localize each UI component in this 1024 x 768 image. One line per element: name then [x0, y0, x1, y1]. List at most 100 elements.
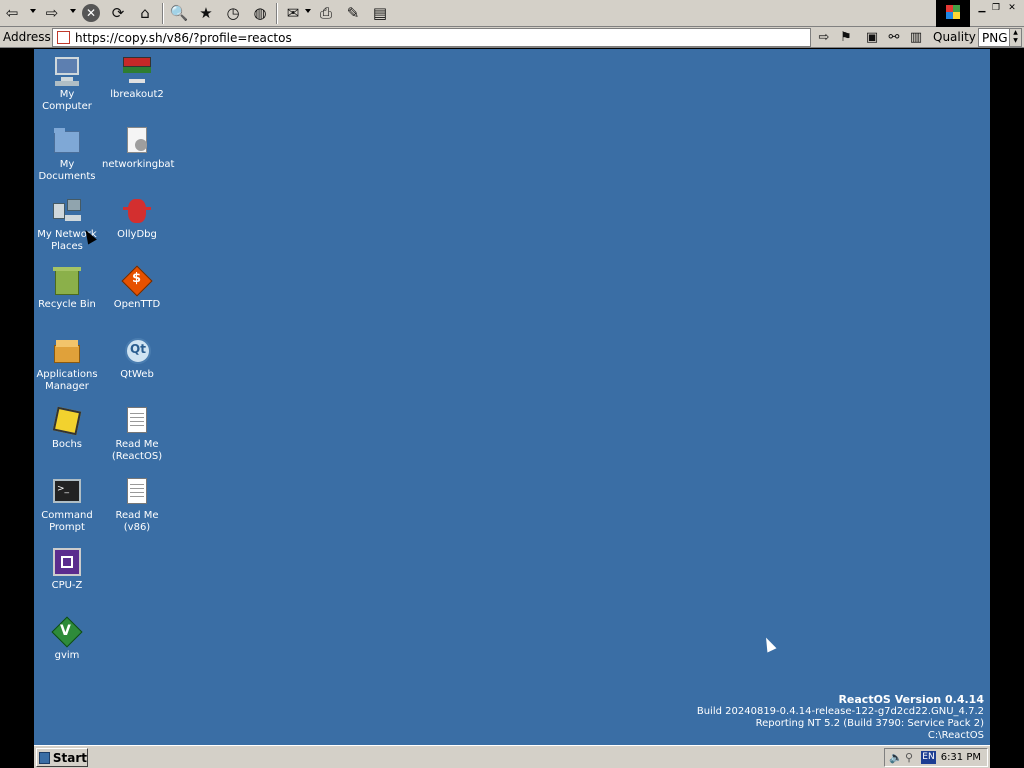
- save-icon[interactable]: ▣: [863, 29, 881, 46]
- icon-label: QtWeb: [120, 369, 154, 380]
- icon-label: Applications Manager: [36, 369, 98, 392]
- close-icon[interactable]: ✕: [1005, 2, 1019, 14]
- mail-icon[interactable]: ✉: [283, 3, 303, 23]
- text-document-icon: [121, 476, 153, 508]
- print-icon[interactable]: ⎙: [316, 3, 336, 23]
- documents-folder-icon: [51, 125, 83, 157]
- favorites-icon[interactable]: ★: [196, 3, 216, 23]
- terminal-icon: >_: [51, 476, 83, 508]
- icon-label: CPU-Z: [51, 580, 83, 591]
- back-icon[interactable]: ⇦: [2, 3, 22, 23]
- stop-icon[interactable]: ✕: [82, 4, 100, 22]
- desktop-icon-qtweb[interactable]: Qt QtWeb: [102, 335, 172, 381]
- desktop[interactable]: My Computer My Documents My Network Plac…: [34, 49, 990, 745]
- volume-icon[interactable]: 🔈: [889, 751, 903, 764]
- start-button[interactable]: Start: [36, 748, 88, 767]
- toolbar-separator: [276, 3, 278, 24]
- url-text[interactable]: https://copy.sh/v86/?profile=reactos: [75, 31, 292, 45]
- clock[interactable]: 6:31 PM: [941, 752, 981, 763]
- taskbar: Start 🔈 ⚲ EN 6:31 PM: [34, 745, 990, 768]
- format-select[interactable]: PNG ▲ ▼: [978, 28, 1022, 47]
- format-spinner[interactable]: ▲ ▼: [1009, 29, 1021, 46]
- version-path: C:\ReactOS: [927, 730, 984, 741]
- openttd-icon: $: [121, 265, 153, 297]
- search-icon[interactable]: 🔍: [169, 3, 189, 23]
- icon-label: My Computer: [42, 89, 92, 112]
- network-icon: [51, 195, 83, 227]
- icon-label: lbreakout2: [110, 89, 164, 100]
- windows-flag-icon: [946, 5, 960, 19]
- icon-label: My Documents: [38, 159, 96, 182]
- desktop-icon-applications-manager[interactable]: Applications Manager: [32, 335, 102, 393]
- desktop-icon-cpu-z[interactable]: CPU-Z: [32, 546, 102, 592]
- back-dropdown-icon[interactable]: [30, 9, 36, 13]
- network-tray-icon[interactable]: ⚲: [905, 751, 913, 764]
- address-bar: Address https://copy.sh/v86/?profile=rea…: [0, 27, 1024, 48]
- bookmark-icon[interactable]: ⚑: [837, 29, 855, 46]
- go-icon[interactable]: ⇨: [815, 29, 833, 46]
- url-input[interactable]: https://copy.sh/v86/?profile=reactos: [52, 28, 811, 47]
- desktop-icon-gvim[interactable]: V gvim: [32, 616, 102, 662]
- system-tray: 🔈 ⚲ EN 6:31 PM: [884, 748, 988, 767]
- start-label: Start: [52, 750, 87, 765]
- desktop-icon-command-prompt[interactable]: >_ Command Prompt: [32, 476, 102, 534]
- cpu-chip-icon: [51, 546, 83, 578]
- text-document-icon: [121, 405, 153, 437]
- format-value: PNG: [982, 31, 1008, 45]
- icon-label: Read Me (v86): [115, 510, 159, 533]
- desktop-icon-readme-v86[interactable]: Read Me (v86): [102, 476, 172, 534]
- icon-label: networkingbat: [102, 159, 175, 170]
- recycle-bin-icon: [51, 265, 83, 297]
- desktop-icon-my-network-places[interactable]: My Network Places: [32, 195, 102, 253]
- desktop-icon-networkingbat[interactable]: networkingbat: [102, 125, 175, 171]
- vim-icon: V: [51, 616, 83, 648]
- browser-toolbar: ⇦ ⇨ ✕ ⟳ ⌂ 🔍 ★ ◷ ◍ ✉ ⎙ ✎ ▤ ▁ ❐ ✕: [0, 0, 1024, 27]
- desktop-icon-readme-reactos[interactable]: Read Me (ReactOS): [102, 405, 172, 463]
- icon-label: OpenTTD: [113, 299, 161, 310]
- icon-label: OllyDbg: [117, 229, 157, 240]
- qt-globe-icon: Qt: [121, 335, 153, 367]
- icon-label: Read Me (ReactOS): [111, 439, 163, 462]
- home-icon[interactable]: ⌂: [135, 3, 155, 23]
- package-box-icon: [51, 335, 83, 367]
- forward-dropdown-icon[interactable]: [70, 9, 76, 13]
- version-title: ReactOS Version 0.4.14: [838, 693, 984, 706]
- desktop-icon-bochs[interactable]: Bochs: [32, 405, 102, 451]
- desktop-icon-openttd[interactable]: $ OpenTTD: [102, 265, 172, 311]
- desktop-icon-my-documents[interactable]: My Documents: [32, 125, 102, 183]
- desktop-icon-ollydbg[interactable]: OllyDbg: [102, 195, 172, 241]
- globe-icon[interactable]: ◍: [250, 3, 270, 23]
- lbreakout-icon: [121, 55, 153, 87]
- computer-icon: [51, 55, 83, 87]
- page-favicon-icon: [57, 31, 70, 44]
- icon-label: Recycle Bin: [38, 299, 96, 310]
- icon-label: Bochs: [51, 439, 83, 450]
- version-build: Build 20240819-0.4.14-release-122-g7d2cd…: [696, 706, 984, 717]
- bochs-icon: [51, 405, 83, 437]
- history-icon[interactable]: ◷: [223, 3, 243, 23]
- desktop-icon-recycle-bin[interactable]: Recycle Bin: [32, 265, 102, 311]
- language-indicator[interactable]: EN: [921, 751, 936, 764]
- mouse-pointer-icon: [761, 635, 777, 653]
- desktop-icon-lbreakout2[interactable]: lbreakout2: [102, 55, 172, 101]
- forward-icon[interactable]: ⇨: [42, 3, 62, 23]
- version-info: ReactOS Version 0.4.14 Build 20240819-0.…: [697, 694, 984, 742]
- restore-icon[interactable]: ❐: [989, 2, 1003, 14]
- page-icon[interactable]: ▤: [370, 3, 390, 23]
- desktop-icon-my-computer[interactable]: My Computer: [32, 55, 102, 113]
- bug-icon: [121, 195, 153, 227]
- binoculars-icon[interactable]: ⚯: [885, 29, 903, 46]
- screen: ⇦ ⇨ ✕ ⟳ ⌂ 🔍 ★ ◷ ◍ ✉ ⎙ ✎ ▤ ▁ ❐ ✕ Address …: [0, 0, 1024, 768]
- quality-label: Quality: [933, 30, 976, 44]
- edit-icon[interactable]: ✎: [343, 3, 363, 23]
- toolbar-separator: [162, 3, 164, 24]
- clipboard-icon[interactable]: ▥: [907, 29, 925, 46]
- icon-label: gvim: [54, 650, 80, 661]
- version-reporting: Reporting NT 5.2 (Build 3790: Service Pa…: [755, 718, 984, 729]
- minimize-icon[interactable]: ▁: [975, 2, 989, 14]
- batch-file-icon: [121, 125, 153, 157]
- mail-dropdown-icon[interactable]: [305, 9, 311, 13]
- address-label: Address: [3, 30, 51, 44]
- refresh-icon[interactable]: ⟳: [108, 3, 128, 23]
- start-logo-icon: [39, 751, 50, 764]
